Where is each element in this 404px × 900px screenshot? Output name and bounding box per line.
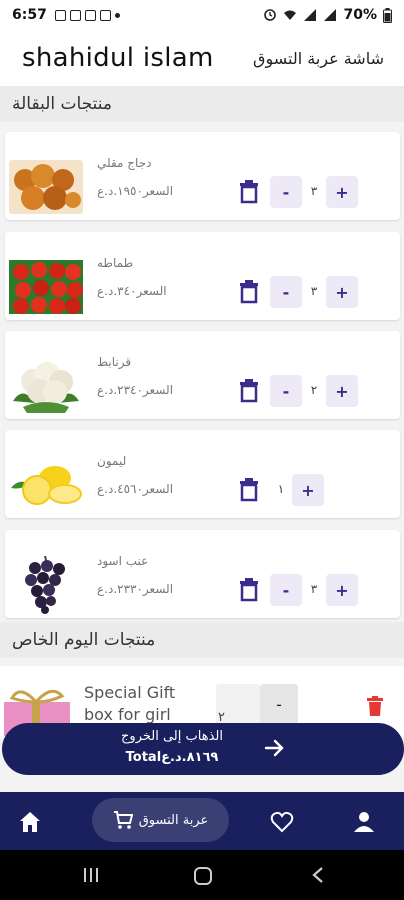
- cart-icon: [113, 811, 133, 829]
- quantity-value: ٢: [310, 383, 318, 397]
- cart-item: دجاج مقلي السعر١٩٥٠.د.ع - ٣ +: [5, 132, 400, 220]
- grocery-section-title-text: منتجات البقالة: [12, 94, 113, 114]
- product-name: ليمون: [97, 454, 127, 468]
- product-name: دجاج مقلي: [97, 156, 152, 170]
- alarm-icon: [264, 9, 277, 21]
- increase-quantity-button[interactable]: +: [326, 176, 358, 208]
- trash-icon[interactable]: [238, 379, 260, 403]
- increase-quantity-button[interactable]: +: [326, 375, 358, 407]
- nav-cart-label: عربة التسوق: [138, 812, 209, 828]
- battery-icon: [383, 7, 392, 23]
- cart-item: ليمون السعر٤٥٦٠.د.ع ١ +: [5, 430, 400, 518]
- system-icons: 70%: [263, 7, 392, 23]
- product-price: السعر١٩٥٠.د.ع: [97, 184, 174, 198]
- checkout-total: Total٨١٦٩.د.ع: [125, 750, 219, 765]
- checkout-button[interactable]: الذهاب إلى الخروج Total٨١٦٩.د.ع: [2, 723, 404, 775]
- product-price: السعر٢٣٤٠.د.ع: [97, 383, 174, 397]
- product-name: عنب اسود: [97, 554, 149, 568]
- trash-icon[interactable]: [238, 180, 260, 204]
- notification-icon: [54, 9, 66, 21]
- product-image-black-grapes: [9, 556, 83, 614]
- back-icon[interactable]: [310, 866, 326, 884]
- product-image-tomato: [9, 258, 83, 316]
- decrease-quantity-button[interactable]: -: [260, 684, 298, 724]
- screen-title: شاشة عربة التسوق: [253, 48, 384, 68]
- trash-icon[interactable]: [238, 478, 260, 502]
- product-image-fried-chicken: [9, 158, 83, 216]
- home-icon[interactable]: [18, 810, 42, 834]
- product-name: طماطه: [97, 256, 134, 270]
- status-time: 6:57: [12, 7, 47, 23]
- wifi-icon: [284, 10, 297, 20]
- product-image-cauliflower: [9, 357, 83, 415]
- increase-quantity-button[interactable]: +: [326, 574, 358, 606]
- status-bar: 6:57 70%: [0, 0, 404, 30]
- signal-icon: [304, 9, 317, 21]
- product-image-lemon: [9, 456, 83, 514]
- decrease-quantity-button[interactable]: -: [270, 375, 302, 407]
- checkout-label: الذهاب إلى الخروج: [121, 729, 223, 744]
- heart-icon[interactable]: [270, 810, 294, 834]
- app-bar: shahidul islam شاشة عربة التسوق: [0, 30, 404, 86]
- notification-icon: [69, 9, 81, 21]
- bottom-navigation: عربة التسوق: [0, 792, 404, 850]
- increase-quantity-button[interactable]: +: [326, 276, 358, 308]
- quantity-value: ٣: [310, 184, 318, 198]
- recent-apps-icon[interactable]: [82, 866, 100, 884]
- trash-icon[interactable]: [238, 578, 260, 602]
- quantity-value: ١: [277, 482, 285, 496]
- increase-quantity-button[interactable]: +: [292, 474, 324, 506]
- product-price: السعر٣٤٠.د.ع: [97, 284, 167, 298]
- special-section-title-text: منتجات اليوم الخاص: [12, 630, 156, 650]
- battery-level: 70%: [343, 7, 377, 23]
- system-navigation-bar: [0, 850, 404, 900]
- user-name: shahidul islam: [22, 43, 214, 73]
- notification-icons: [54, 9, 120, 21]
- special-section-title: منتجات اليوم الخاص: [0, 622, 404, 658]
- grocery-section-title: منتجات البقالة: [0, 86, 404, 122]
- decrease-quantity-button[interactable]: -: [270, 176, 302, 208]
- decrease-quantity-button[interactable]: -: [270, 276, 302, 308]
- person-icon[interactable]: [352, 810, 376, 834]
- product-price: السعر٤٥٦٠.د.ع: [97, 482, 174, 496]
- cart-item: طماطه السعر٣٤٠.د.ع - ٣ +: [5, 232, 400, 320]
- signal-icon: [324, 9, 337, 21]
- quantity-value: ٣: [310, 582, 318, 596]
- notification-icon: [99, 9, 111, 21]
- arrow-right-icon: [264, 739, 284, 757]
- home-button-icon[interactable]: [193, 866, 213, 886]
- product-name: قرنابط: [97, 355, 132, 369]
- special-product-name: Special Gift box for girl: [84, 683, 176, 724]
- trash-icon[interactable]: [366, 696, 384, 716]
- quantity-value: ٣: [310, 284, 318, 298]
- decrease-quantity-button[interactable]: -: [270, 574, 302, 606]
- cart-item: قرنابط السعر٢٣٤٠.د.ع - ٢ +: [5, 331, 400, 419]
- nav-cart-tab[interactable]: عربة التسوق: [92, 798, 229, 842]
- notification-icon: [84, 9, 96, 21]
- trash-icon[interactable]: [238, 280, 260, 304]
- dot-icon: [114, 12, 120, 18]
- product-price: السعر٢٣٣٠.د.ع: [97, 582, 174, 596]
- cart-item: عنب اسود السعر٢٣٣٠.د.ع - ٣ +: [5, 530, 400, 618]
